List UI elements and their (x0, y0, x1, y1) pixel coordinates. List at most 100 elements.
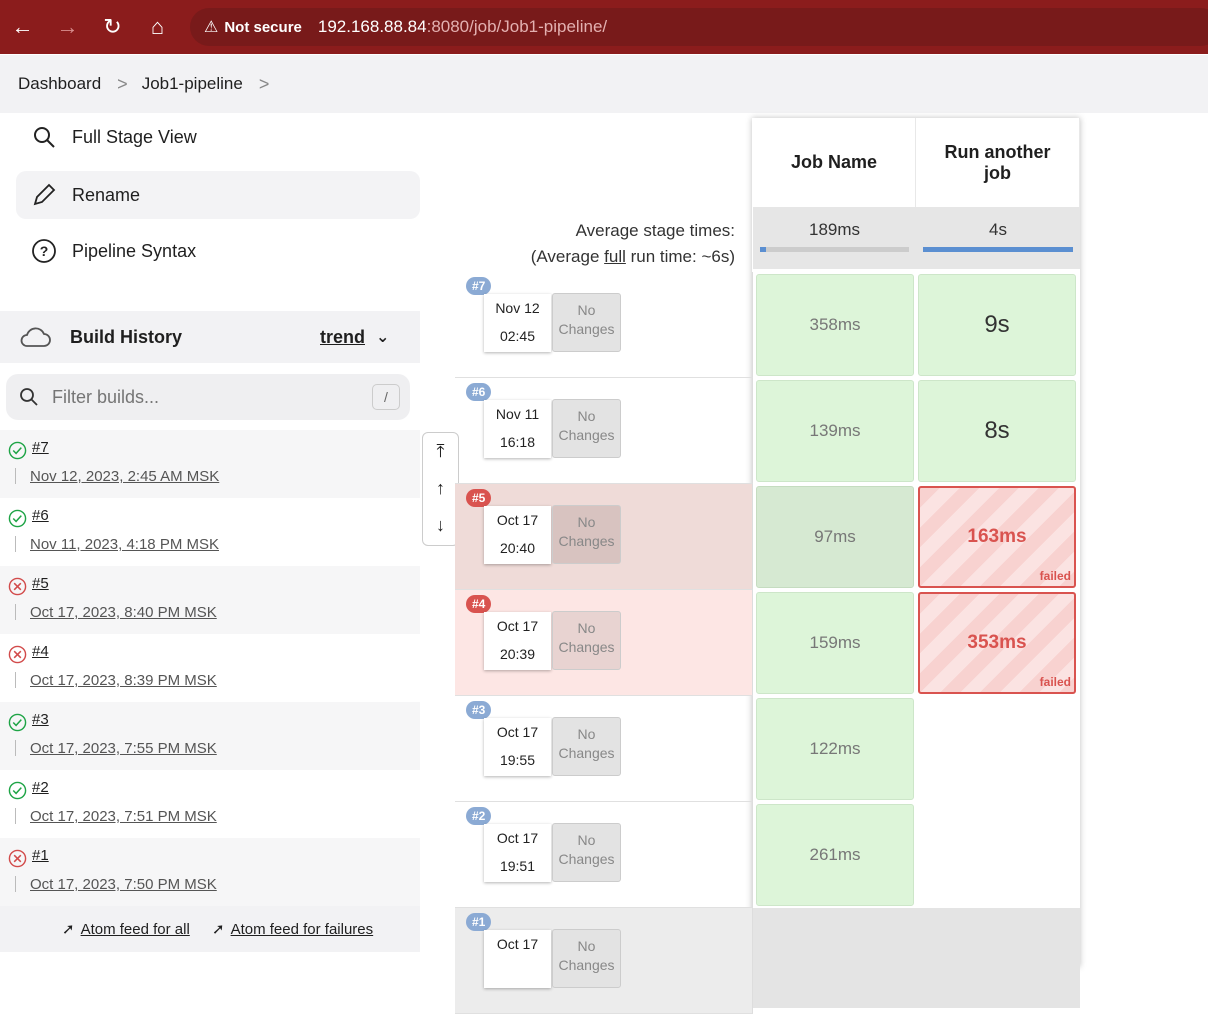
run-datetime: Nov 12 02:45 (484, 294, 551, 352)
build-history-row: #2 Oct 17, 2023, 7:51 PM MSK (0, 770, 420, 838)
stage-cell-success[interactable]: 358ms (756, 274, 914, 376)
run-number-badge[interactable]: #5 (466, 489, 492, 507)
build-history-row: #3 Oct 17, 2023, 7:55 PM MSK (0, 702, 420, 770)
chevron-down-icon[interactable]: ⌄ (376, 327, 389, 347)
run-number-badge[interactable]: #3 (466, 701, 492, 719)
build-number-link[interactable]: #7 (32, 439, 49, 456)
divider (15, 536, 16, 552)
atom-feeds: ➚ Atom feed for all ➚ Atom feed for failur… (0, 906, 420, 952)
build-date-link[interactable]: Oct 17, 2023, 8:40 PM MSK (30, 604, 217, 621)
stage-duration: 159ms (809, 633, 861, 652)
stage-average-cell: 189ms (753, 207, 916, 269)
stage-cell-success[interactable]: 8s (918, 380, 1076, 482)
run-date: Oct 17 (496, 830, 539, 846)
stage-cell-failed[interactable]: 163ms failed (918, 486, 1076, 588)
build-date-link[interactable]: Oct 17, 2023, 8:39 PM MSK (30, 672, 217, 689)
filter-builds-input[interactable] (52, 386, 352, 408)
build-history-row: #7 Nov 12, 2023, 2:45 AM MSK (0, 430, 420, 498)
build-number-link[interactable]: #3 (32, 711, 49, 728)
run-time: 20:39 (499, 646, 536, 662)
success-icon (8, 781, 27, 800)
run-number-badge[interactable]: #6 (466, 383, 492, 401)
reload-icon[interactable]: ↻ (90, 0, 135, 54)
stage-cell-success[interactable]: 122ms (756, 698, 914, 800)
rss-icon: ➚ (62, 921, 75, 938)
build-number-link[interactable]: #2 (32, 779, 49, 796)
build-number-link[interactable]: #1 (32, 847, 49, 864)
stage-cell-success[interactable]: 9s (918, 274, 1076, 376)
feed-all-link[interactable]: ➚ Atom feed for all (62, 920, 190, 938)
no-changes-box[interactable]: No Changes (552, 505, 621, 564)
address-bar[interactable]: ⚠ Not secure 192.168.88.84:8080/job/Job1… (190, 8, 1208, 46)
run-number-badge[interactable]: #1 (466, 913, 492, 931)
build-history-title: Build History (70, 326, 183, 347)
scroll-up-icon[interactable]: ↑ (423, 470, 458, 507)
chevron-right-icon[interactable]: > (259, 74, 270, 95)
stage-average-cell: 4s (916, 207, 1080, 269)
url-text[interactable]: 192.168.88.84:8080/job/Job1-pipeline/ (318, 17, 607, 37)
build-date-link[interactable]: Nov 11, 2023, 4:18 PM MSK (30, 536, 219, 553)
shortcut-key-hint: / (372, 384, 400, 410)
build-number-link[interactable]: #5 (32, 575, 49, 592)
security-chip[interactable]: ⚠ Not secure (196, 12, 310, 42)
no-changes-box[interactable]: No Changes (552, 399, 621, 458)
no-changes-box[interactable]: No Changes (552, 717, 621, 776)
scroll-down-icon[interactable]: ↓ (423, 507, 458, 544)
build-date-link[interactable]: Nov 12, 2023, 2:45 AM MSK (30, 468, 219, 485)
build-number-link[interactable]: #6 (32, 507, 49, 524)
stage-duration: 261ms (809, 845, 861, 864)
stage-cell-success[interactable]: 159ms (756, 592, 914, 694)
stage-cell-success[interactable]: 97ms (756, 486, 914, 588)
build-history-row: #6 Nov 11, 2023, 4:18 PM MSK (0, 498, 420, 566)
divider (15, 672, 16, 688)
task-full-stage-view[interactable]: Full Stage View (16, 113, 420, 161)
run-datetime: Oct 17 20:40 (484, 506, 551, 564)
build-history-row: #4 Oct 17, 2023, 8:39 PM MSK (0, 634, 420, 702)
stage-duration: 122ms (809, 739, 861, 758)
feed-failures-link[interactable]: ➚ Atom feed for failures (212, 920, 373, 938)
stage-cell-pending[interactable] (753, 908, 916, 1008)
stage-duration: 8s (984, 417, 1010, 444)
divider (15, 468, 16, 484)
failed-tag: failed (1039, 569, 1071, 583)
home-icon[interactable]: ⌂ (135, 0, 180, 54)
build-number-link[interactable]: #4 (32, 643, 49, 660)
run-time: 19:55 (499, 752, 536, 768)
task-rename[interactable]: Rename (16, 171, 420, 219)
divider (15, 876, 16, 892)
task-pipeline-syntax[interactable]: ? Pipeline Syntax (16, 227, 420, 275)
breadcrumb-job[interactable]: Job1-pipeline (142, 74, 243, 94)
stage-average-bar (760, 247, 909, 252)
trend-link[interactable]: trend (320, 327, 365, 348)
no-changes-box[interactable]: No Changes (552, 929, 621, 988)
build-date-link[interactable]: Oct 17, 2023, 7:55 PM MSK (30, 740, 217, 757)
stage-duration: 97ms (814, 527, 856, 546)
build-date-link[interactable]: Oct 17, 2023, 7:50 PM MSK (30, 876, 217, 893)
run-date: Oct 17 (496, 618, 539, 634)
run-number-badge[interactable]: #7 (466, 277, 492, 295)
forward-icon[interactable]: → (45, 0, 90, 54)
svg-text:?: ? (40, 243, 49, 259)
no-changes-box[interactable]: No Changes (552, 611, 621, 670)
stage-cell-success[interactable]: 261ms (756, 804, 914, 906)
stage-duration: 163ms (967, 526, 1027, 547)
breadcrumb-dashboard[interactable]: Dashboard (18, 74, 101, 94)
no-changes-box[interactable]: No Changes (552, 823, 621, 882)
stage-cell-failed[interactable]: 353ms failed (918, 592, 1076, 694)
run-number-badge[interactable]: #4 (466, 595, 492, 613)
failed-tag: failed (1039, 675, 1071, 689)
stage-header-job-name: Job Name (753, 118, 916, 207)
build-history-header: Build History trend ⌄ (0, 311, 420, 363)
scroll-top-icon[interactable]: ⤒ (423, 433, 458, 470)
run-time: 16:18 (499, 434, 536, 450)
failure-icon (8, 645, 27, 664)
url-host: 192.168.88.84 (317, 17, 427, 36)
stage-cell-pending[interactable] (916, 908, 1080, 1008)
failure-icon (8, 577, 27, 596)
stage-cell-success[interactable]: 139ms (756, 380, 914, 482)
no-changes-box[interactable]: No Changes (552, 293, 621, 352)
build-date-link[interactable]: Oct 17, 2023, 7:51 PM MSK (30, 808, 217, 825)
stage-average-time: 4s (989, 220, 1007, 239)
back-icon[interactable]: ← (0, 0, 45, 54)
run-number-badge[interactable]: #2 (466, 807, 492, 825)
